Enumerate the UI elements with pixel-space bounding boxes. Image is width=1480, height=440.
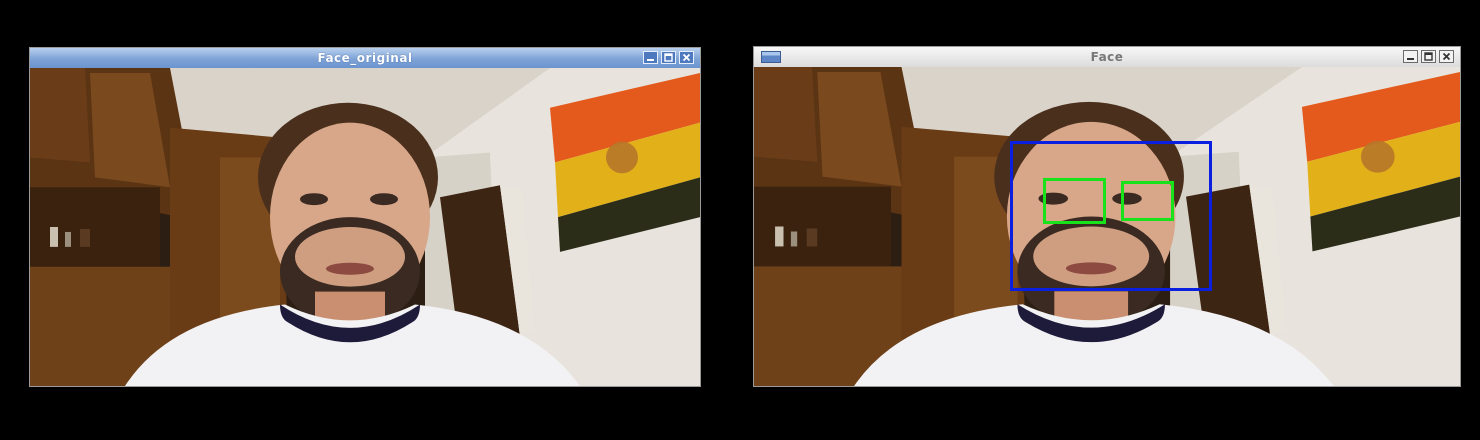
window-controls [1403,50,1454,63]
camera-image [30,68,700,386]
minimize-icon [647,59,654,61]
titlebar[interactable]: Face [754,47,1460,68]
maximize-button[interactable] [661,51,676,64]
maximize-icon [1424,52,1433,61]
maximize-button[interactable] [1421,50,1436,63]
eye-detection-box-left [1043,178,1106,224]
titlebar[interactable]: Face_original [30,48,700,68]
app-icon[interactable] [761,51,781,63]
window-controls [643,51,694,64]
close-button[interactable] [679,51,694,64]
video-frame [754,67,1460,386]
maximize-icon [664,53,673,62]
video-frame [30,68,700,386]
eye-detection-box-right [1121,181,1174,221]
window-title: Face_original [317,51,413,65]
face-detection-box [1010,141,1212,291]
window-face-original[interactable]: Face_original [29,47,701,387]
minimize-button[interactable] [1403,50,1418,63]
close-icon [1442,52,1451,61]
minimize-icon [1407,58,1414,60]
desktop: Face_original Face [0,0,1480,440]
window-title: Face [1090,50,1124,64]
minimize-button[interactable] [643,51,658,64]
close-button[interactable] [1439,50,1454,63]
close-icon [682,53,691,62]
window-face[interactable]: Face [753,46,1461,387]
